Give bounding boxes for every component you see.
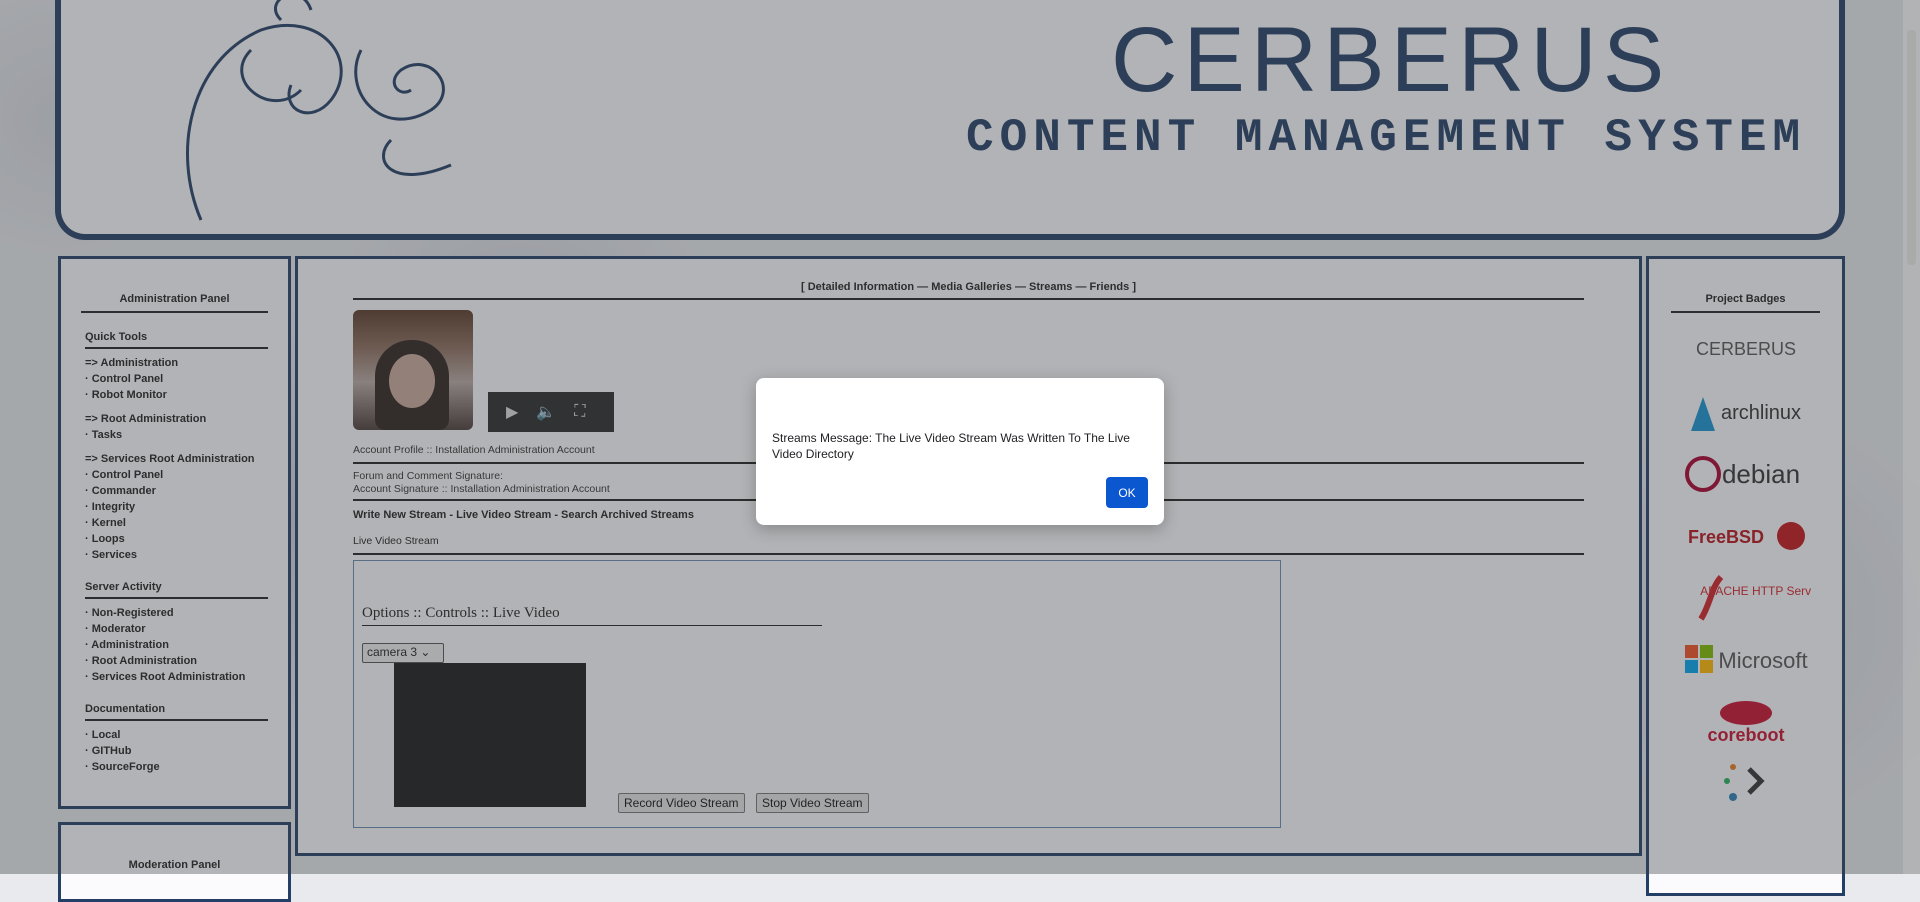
alert-dialog: Streams Message: The Live Video Stream W… bbox=[756, 378, 1164, 525]
dialog-message: Streams Message: The Live Video Stream W… bbox=[772, 431, 1130, 461]
scrollbar-thumb[interactable] bbox=[1907, 30, 1916, 265]
ok-button[interactable]: OK bbox=[1106, 477, 1148, 508]
